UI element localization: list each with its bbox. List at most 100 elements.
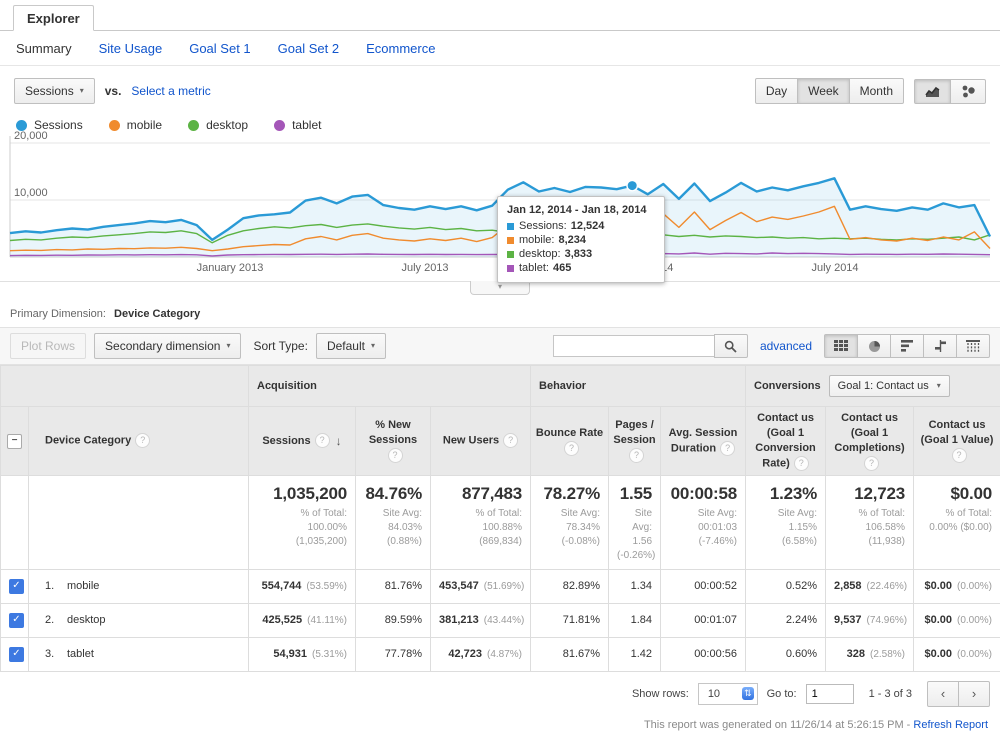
- col-new-sessions[interactable]: % New Sessions?: [356, 407, 431, 476]
- col-goal-value[interactable]: Contact us (Goal 1 Value)?: [914, 407, 1000, 476]
- previous-page-button[interactable]: ‹: [927, 681, 959, 707]
- chart-tooltip: Jan 12, 2014 - Jan 18, 2014 Sessions: 12…: [497, 196, 665, 283]
- help-icon[interactable]: ?: [135, 433, 150, 448]
- empty-group-cell: [1, 366, 249, 407]
- row-name-cell[interactable]: 3.tablet: [29, 637, 249, 671]
- row-checkbox[interactable]: ✓: [9, 647, 24, 662]
- goto-label: Go to:: [767, 688, 797, 700]
- chart-type-toggle: [914, 79, 986, 104]
- summary-bounce-rate: 78.27%Site Avg: 78.34% (-0.08%): [531, 475, 609, 569]
- help-icon[interactable]: ?: [503, 433, 518, 448]
- desktop-swatch-icon: [507, 251, 514, 258]
- performance-view-button[interactable]: [890, 334, 924, 358]
- cell-new-users: 42,723(4.87%): [431, 637, 531, 671]
- search-button[interactable]: [714, 334, 748, 358]
- chart-collapse-row: ▾: [0, 281, 1000, 299]
- select-a-metric-link[interactable]: Select a metric: [131, 84, 210, 98]
- granularity-month-button[interactable]: Month: [849, 78, 904, 104]
- pivot-table-icon: [966, 340, 980, 352]
- col-new-users[interactable]: New Users?: [431, 407, 531, 476]
- chart-collapse-button[interactable]: ▾: [470, 281, 530, 295]
- table-row-desktop: ✓ 2.desktop 425,525(41.11%) 89.59% 381,2…: [1, 603, 1000, 637]
- granularity-week-button[interactable]: Week: [797, 78, 849, 104]
- search-input[interactable]: [553, 335, 714, 357]
- goto-page-input[interactable]: [806, 684, 854, 704]
- help-icon[interactable]: ?: [864, 456, 879, 471]
- cell-bounce-rate: 71.81%: [531, 603, 609, 637]
- generated-timestamp: This report was generated on 11/26/14 at…: [644, 719, 913, 731]
- row-checkbox[interactable]: ✓: [9, 579, 24, 594]
- tablet-swatch-icon: [507, 265, 514, 272]
- comparison-icon: [934, 340, 947, 352]
- cell-completions: 328(2.58%): [826, 637, 914, 671]
- show-rows-value: 10: [708, 688, 720, 700]
- help-icon[interactable]: ?: [388, 448, 403, 463]
- line-chart-icon: [925, 85, 940, 98]
- advanced-search-link[interactable]: advanced: [760, 339, 812, 353]
- tooltip-label: mobile:: [519, 234, 554, 246]
- next-page-button[interactable]: ›: [958, 681, 990, 707]
- subnav-goal-set-1[interactable]: Goal Set 1: [189, 41, 250, 56]
- cell-pages-session: 1.84: [609, 603, 661, 637]
- line-chart-button[interactable]: [914, 79, 951, 104]
- x-axis-tick-jul-2014: July 2014: [811, 262, 858, 274]
- tooltip-row-mobile: mobile: 8,234: [507, 234, 655, 246]
- pivot-view-button[interactable]: [956, 334, 990, 358]
- granularity-day-button[interactable]: Day: [755, 78, 798, 104]
- col-pages-session[interactable]: Pages / Session?: [609, 407, 661, 476]
- secondary-dimension-dropdown[interactable]: Secondary dimension ▾: [94, 333, 241, 359]
- tab-explorer[interactable]: Explorer: [13, 5, 94, 31]
- cell-pages-session: 1.42: [609, 637, 661, 671]
- cell-completions: 9,537(74.96%): [826, 603, 914, 637]
- col-avg-session-duration[interactable]: Avg. Session Duration?: [661, 407, 746, 476]
- legend-item-tablet[interactable]: tablet: [274, 118, 321, 132]
- help-icon[interactable]: ?: [720, 441, 735, 456]
- row-name-cell[interactable]: 2.desktop: [29, 603, 249, 637]
- goal-selector-dropdown[interactable]: Goal 1: Contact us ▾: [829, 375, 950, 397]
- table-view-button[interactable]: [824, 334, 858, 358]
- percentage-view-button[interactable]: [857, 334, 891, 358]
- subnav-site-usage[interactable]: Site Usage: [99, 41, 163, 56]
- cell-conv-rate: 2.24%: [746, 603, 826, 637]
- row-checkbox[interactable]: ✓: [9, 613, 24, 628]
- timeseries-chart[interactable]: 20,000 10,000 Jan 12, 2014 - Jan 18, 201…: [0, 136, 1000, 261]
- granularity-toggle: Day Week Month: [755, 78, 904, 104]
- primary-dimension-device-category[interactable]: Device Category: [114, 308, 200, 320]
- tooltip-value: 12,524: [571, 220, 605, 232]
- help-icon[interactable]: ?: [564, 441, 579, 456]
- help-icon[interactable]: ?: [952, 448, 967, 463]
- col-bounce-rate[interactable]: Bounce Rate?: [531, 407, 609, 476]
- row-index: 2.: [45, 614, 67, 626]
- metric-select-dropdown[interactable]: Sessions ▾: [14, 78, 95, 104]
- help-icon[interactable]: ?: [794, 456, 809, 471]
- select-all-checkbox[interactable]: −: [7, 434, 22, 449]
- help-icon[interactable]: ?: [315, 433, 330, 448]
- sort-type-dropdown[interactable]: Default ▾: [316, 333, 386, 359]
- motion-chart-button[interactable]: [950, 79, 986, 104]
- vs-label: vs.: [105, 84, 122, 98]
- show-rows-select[interactable]: 10 ⇅: [698, 683, 758, 705]
- subnav-summary[interactable]: Summary: [16, 41, 72, 56]
- sort-descending-icon[interactable]: ↓: [336, 434, 342, 448]
- help-icon[interactable]: ?: [629, 448, 644, 463]
- sort-type-label: Sort Type:: [253, 339, 307, 353]
- col-goal-conversion-rate[interactable]: Contact us (Goal 1 Conversion Rate)?: [746, 407, 826, 476]
- comparison-view-button[interactable]: [923, 334, 957, 358]
- chevron-left-icon: ‹: [941, 686, 945, 701]
- col-goal-completions[interactable]: Contact us (Goal 1 Completions)?: [826, 407, 914, 476]
- table-row-tablet: ✓ 3.tablet 54,931(5.31%) 77.78% 42,723(4…: [1, 637, 1000, 671]
- metric-toolbar: Sessions ▾ vs. Select a metric Day Week …: [0, 66, 1000, 112]
- subnav-ecommerce[interactable]: Ecommerce: [366, 41, 435, 56]
- row-name-cell[interactable]: 1.mobile: [29, 569, 249, 603]
- subnav-goal-set-2[interactable]: Goal Set 2: [278, 41, 339, 56]
- y-axis-tick-20000: 20,000: [14, 130, 48, 142]
- legend-item-mobile[interactable]: mobile: [109, 118, 162, 132]
- plot-rows-button[interactable]: Plot Rows: [10, 333, 86, 359]
- row-checkbox-cell: ✓: [1, 569, 29, 603]
- bar-chart-icon: [901, 340, 914, 352]
- col-device-category[interactable]: Device Category?: [29, 407, 249, 476]
- col-sessions[interactable]: Sessions?↓: [249, 407, 356, 476]
- tablet-dot-icon: [274, 120, 285, 131]
- refresh-report-link[interactable]: Refresh Report: [913, 719, 988, 731]
- legend-item-desktop[interactable]: desktop: [188, 118, 248, 132]
